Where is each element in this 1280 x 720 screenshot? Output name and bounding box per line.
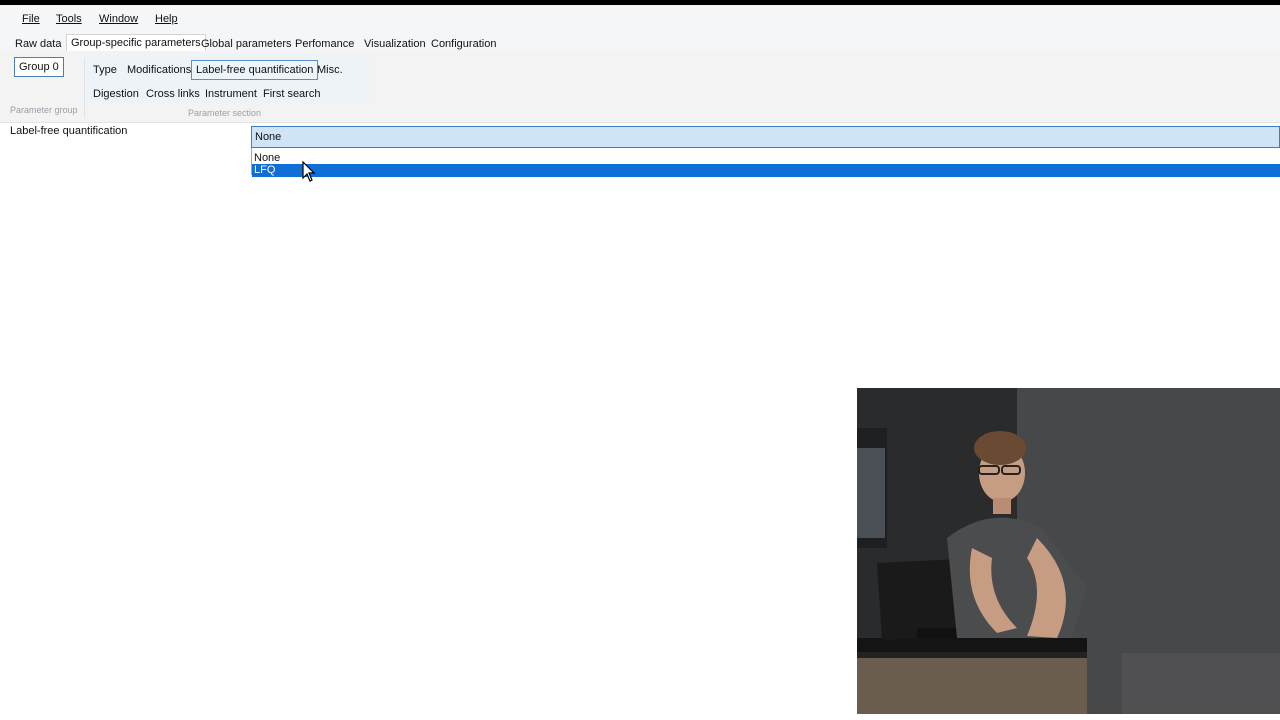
section-modifications[interactable]: Modifications bbox=[122, 60, 196, 80]
section-digestion[interactable]: Digestion bbox=[88, 84, 144, 104]
app-window: File Tools Window Help Raw data Group-sp… bbox=[0, 5, 1280, 720]
menu-tools[interactable]: Tools bbox=[56, 13, 82, 25]
menu-file[interactable]: File bbox=[22, 13, 40, 25]
parameter-group-label: Parameter group bbox=[10, 105, 78, 115]
presenter-video-overlay bbox=[857, 388, 1280, 714]
section-label-free-quantification[interactable]: Label-free quantification bbox=[191, 60, 319, 80]
lfq-combobox[interactable]: None bbox=[251, 126, 1280, 148]
lfq-combobox-value: None bbox=[255, 131, 282, 143]
lfq-dropdown-list: None LFQ bbox=[251, 148, 1280, 177]
group-0-button[interactable]: Group 0 bbox=[14, 57, 64, 77]
menu-bar: File Tools Window Help bbox=[0, 5, 1280, 32]
section-misc[interactable]: Misc. bbox=[312, 60, 348, 80]
presenter-video-image bbox=[857, 388, 1280, 714]
lfq-field-label: Label-free quantification bbox=[10, 125, 128, 137]
parameter-section-label: Parameter section bbox=[188, 108, 262, 118]
section-cross-links[interactable]: Cross links bbox=[141, 84, 205, 104]
mouse-cursor-icon bbox=[302, 161, 316, 182]
section-type[interactable]: Type bbox=[88, 60, 122, 80]
ribbon: Group 0 Parameter group Type Modificatio… bbox=[0, 51, 1280, 123]
section-instrument[interactable]: Instrument bbox=[200, 84, 262, 104]
menu-window[interactable]: Window bbox=[99, 13, 138, 25]
dropdown-option-lfq[interactable]: LFQ bbox=[252, 164, 1280, 177]
section-first-search[interactable]: First search bbox=[258, 84, 325, 104]
menu-help[interactable]: Help bbox=[155, 13, 178, 25]
